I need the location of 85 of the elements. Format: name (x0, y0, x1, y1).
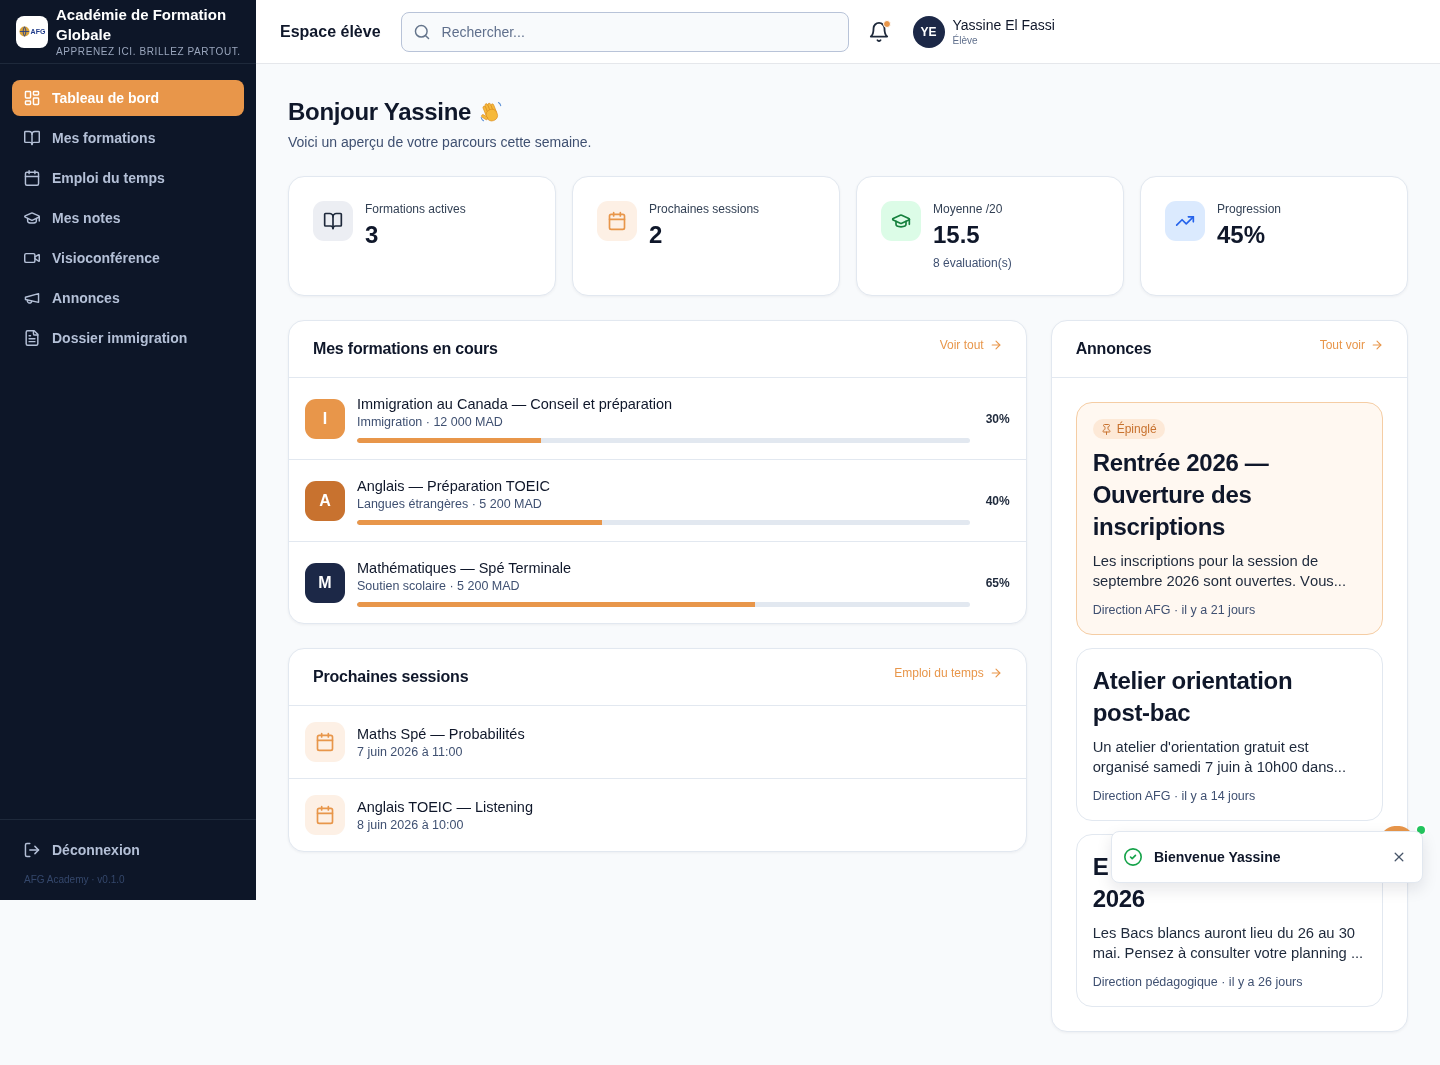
graduation-cap-icon (881, 201, 921, 241)
megaphone-icon (24, 290, 40, 306)
session-title: Anglais TOEIC — Listening (357, 798, 533, 817)
stat-value: 3 (365, 220, 379, 250)
announcement-title: 2026 (1092, 884, 1145, 914)
calendar-icon (305, 722, 345, 762)
close-icon (1392, 850, 1406, 864)
sidebar-item[interactable]: Emploi du temps (12, 160, 244, 196)
panel-title: Mes formations en cours (313, 339, 498, 359)
brand-tagline: APPRENEZ ICI. BRILLEZ PARTOUT. (56, 46, 241, 58)
course-meta: Soutien scolaire · 5 200 MAD (357, 578, 520, 594)
greeting-subtitle: Voici un aperçu de votre parcours cette semaine. (288, 133, 593, 152)
progress-percent: 30% (984, 411, 1010, 426)
circle-edge-icon (1383, 826, 1411, 831)
announcement-title: Atelier orientation post-bac (1092, 666, 1294, 728)
announcement-card[interactable]: Atelier orientation post-bac Un atelier d'orientation gratuit est organisé samedi 7 juin à 10h00 dans... Direction AFG · il y a 14 jours (1075, 648, 1383, 821)
announcement-excerpt: Les inscriptions pour la session de septembre 2026 sont ouvertes. Vous... (1092, 552, 1347, 591)
waving-hand-icon (479, 100, 504, 124)
success-icon (1124, 848, 1142, 866)
announcement-title: E (1092, 852, 1109, 882)
document-icon (24, 330, 40, 346)
trend-up-icon (1165, 201, 1205, 241)
panel-title: Prochaines sessions (313, 667, 469, 687)
stat-label: Progression (1217, 201, 1282, 217)
course-avatar: M (305, 562, 345, 603)
progress-percent: 40% (984, 493, 1010, 508)
dashboard-icon (24, 90, 40, 106)
stat-value: 15.5 (933, 220, 980, 250)
search-field[interactable]: Rechercher... (400, 11, 849, 52)
calendar-icon (597, 201, 637, 241)
course-avatar: I (305, 398, 345, 439)
course-meta: Immigration · 12 000 MAD (357, 414, 503, 430)
logout-icon (24, 842, 40, 858)
stat-value: 45% (1217, 220, 1266, 250)
search-icon (413, 23, 430, 40)
logout-link[interactable]: Déconnexion (12, 832, 244, 868)
globe-icon (18, 26, 30, 37)
announcement-meta: Direction AFG · il y a 21 jours (1092, 602, 1256, 618)
course-title: Mathématiques — Spé Terminale (357, 559, 572, 578)
toast-message: Bienvenue Yassine (1154, 849, 1282, 865)
progress-percent: 65% (984, 575, 1010, 590)
announcement-excerpt: Un atelier d'orientation gratuit est organisé samedi 7 juin à 10h00 dans... (1092, 738, 1348, 777)
stat-value: 2 (649, 220, 663, 250)
stat-label: Formations actives (365, 201, 466, 217)
graduation-cap-icon (24, 210, 40, 226)
page-title: Espace élève (280, 22, 381, 41)
pinned-label: Épinglé (1116, 422, 1157, 436)
sidebar-item[interactable]: Dossier immigration (12, 320, 244, 356)
book-icon (24, 130, 40, 146)
course-title: Anglais — Préparation TOEIC (357, 477, 550, 496)
user-role: Élève (952, 34, 979, 47)
stat-label: Moyenne /20 (933, 201, 1003, 217)
brand-name: Académie de Formation Globale (56, 5, 228, 45)
book-icon (313, 201, 353, 241)
session-date: 8 juin 2026 à 10:00 (357, 817, 464, 833)
stat-note: 8 évaluation(s) (933, 255, 1012, 271)
announcement-meta: Direction AFG · il y a 14 jours (1092, 788, 1256, 804)
user-name: Yassine El Fassi (952, 16, 1055, 34)
sidebar-item[interactable]: Mes formations (12, 120, 244, 156)
session-date: 7 juin 2026 à 11:00 (357, 744, 463, 760)
calendar-icon (305, 795, 345, 835)
sidebar-item[interactable]: Mes notes (12, 200, 244, 236)
announcement-title: Rentrée 2026 — Ouverture des inscriptions (1092, 448, 1270, 542)
calendar-icon (24, 170, 40, 186)
arrow-right-icon (1371, 339, 1383, 351)
version-text: AFG Academy · v0.1.0 (23, 873, 126, 886)
course-avatar: A (305, 480, 345, 521)
arrow-right-icon (989, 339, 1002, 351)
course-title: Immigration au Canada — Conseil et préparation (357, 395, 673, 414)
video-camera-icon (24, 250, 40, 266)
bell-icon (868, 21, 889, 42)
user-avatar[interactable]: YE (912, 15, 945, 48)
session-title: Maths Spé — Probabilités (357, 725, 525, 744)
pin-icon (1100, 423, 1112, 435)
close-button[interactable] (1392, 850, 1406, 864)
panel-title: Annonces (1075, 339, 1152, 359)
announcement-meta: Direction pédagogique · il y a 26 jours (1092, 974, 1303, 990)
announcement-excerpt: Les Bacs blancs auront lieu du 26 au 30 mai. Pensez à consulter votre planning ... (1092, 924, 1365, 963)
course-meta: Langues étrangères · 5 200 MAD (357, 496, 542, 512)
sidebar-item[interactable]: Annonces (12, 280, 244, 316)
arrow-right-icon (989, 667, 1002, 679)
announcement-card[interactable]: Épinglé Rentrée 2026 — Ouverture des inscriptions Les inscriptions pour la session de septembre 2026 sont ouvertes. Vous... Direction AFG · il y a 21 jours (1075, 402, 1383, 635)
stat-label: Prochaines sessions (649, 201, 760, 217)
greeting-title: Bonjour Yassine (288, 97, 472, 127)
sidebar-item[interactable]: Visioconférence (12, 240, 244, 276)
